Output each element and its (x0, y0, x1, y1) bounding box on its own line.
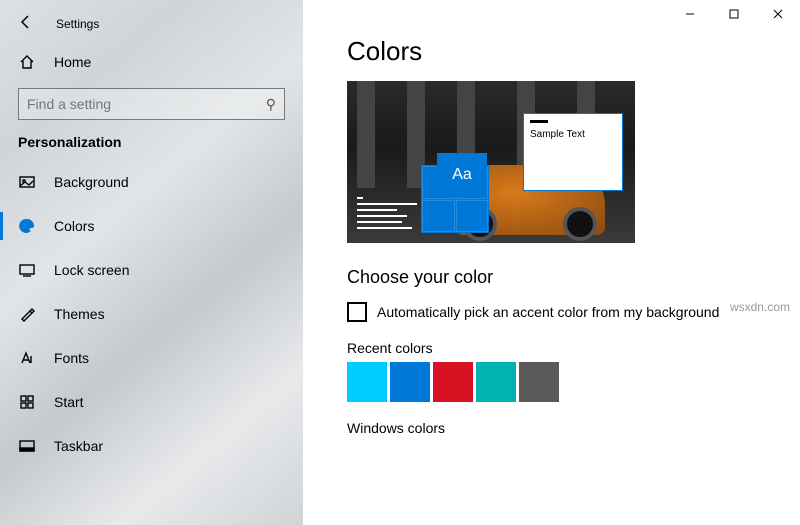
color-swatch[interactable] (433, 362, 473, 402)
preview-sample-text: Sample Text (524, 129, 622, 140)
themes-icon (18, 306, 36, 322)
main-pane: Colors Aa Sample Text Choose your color … (303, 0, 800, 525)
sidebar-item-start[interactable]: Start (18, 380, 285, 424)
sidebar-item-label: Colors (54, 218, 94, 234)
sidebar-item-label: Background (54, 174, 129, 190)
recent-colors-label: Recent colors (347, 340, 800, 356)
taskbar-icon (18, 438, 36, 454)
category-heading: Personalization (18, 134, 285, 150)
window-controls (668, 0, 800, 28)
titlebar: Settings (18, 0, 285, 40)
lockscreen-icon (18, 262, 36, 278)
page-title: Colors (347, 36, 800, 67)
sidebar: Settings Home ⚲ Personalization Backgrou… (0, 0, 303, 525)
palette-icon (18, 218, 36, 234)
sidebar-item-label: Fonts (54, 350, 89, 366)
search-icon: ⚲ (266, 96, 276, 113)
sidebar-item-lockscreen[interactable]: Lock screen (18, 248, 285, 292)
section-choose-color: Choose your color (347, 267, 800, 288)
sidebar-item-label: Start (54, 394, 84, 410)
watermark: wsxdn.com (730, 300, 790, 314)
search-box[interactable]: ⚲ (18, 88, 285, 120)
checkbox-icon[interactable] (347, 302, 367, 322)
sidebar-item-taskbar[interactable]: Taskbar (18, 424, 285, 468)
back-icon[interactable] (18, 14, 34, 35)
sidebar-item-label: Taskbar (54, 438, 103, 454)
preview-app-window: Sample Text (523, 113, 623, 191)
sidebar-item-label: Lock screen (54, 262, 129, 278)
windows-colors-label: Windows colors (347, 420, 800, 436)
close-button[interactable] (756, 0, 800, 28)
sidebar-item-fonts[interactable]: Fonts (18, 336, 285, 380)
search-input[interactable] (27, 96, 251, 112)
content-area: Colors Aa Sample Text Choose your color … (303, 0, 800, 442)
color-swatch[interactable] (390, 362, 430, 402)
start-icon (18, 394, 36, 410)
color-preview: Aa Sample Text (347, 81, 635, 243)
nav-home[interactable]: Home (18, 40, 285, 84)
nav-home-label: Home (54, 54, 91, 70)
sidebar-item-background[interactable]: Background (18, 160, 285, 204)
color-swatch[interactable] (476, 362, 516, 402)
fonts-icon (18, 350, 36, 366)
minimize-button[interactable] (668, 0, 712, 28)
maximize-button[interactable] (712, 0, 756, 28)
sidebar-item-themes[interactable]: Themes (18, 292, 285, 336)
preview-tile-label: Aa (437, 153, 487, 197)
sidebar-item-label: Themes (54, 306, 105, 322)
window-title: Settings (56, 17, 99, 31)
sidebar-item-colors[interactable]: Colors (18, 204, 285, 248)
recent-color-swatches (347, 362, 800, 402)
color-swatch[interactable] (347, 362, 387, 402)
home-icon (18, 54, 36, 70)
picture-icon (18, 174, 36, 190)
color-swatch[interactable] (519, 362, 559, 402)
auto-accent-label: Automatically pick an accent color from … (377, 304, 719, 320)
